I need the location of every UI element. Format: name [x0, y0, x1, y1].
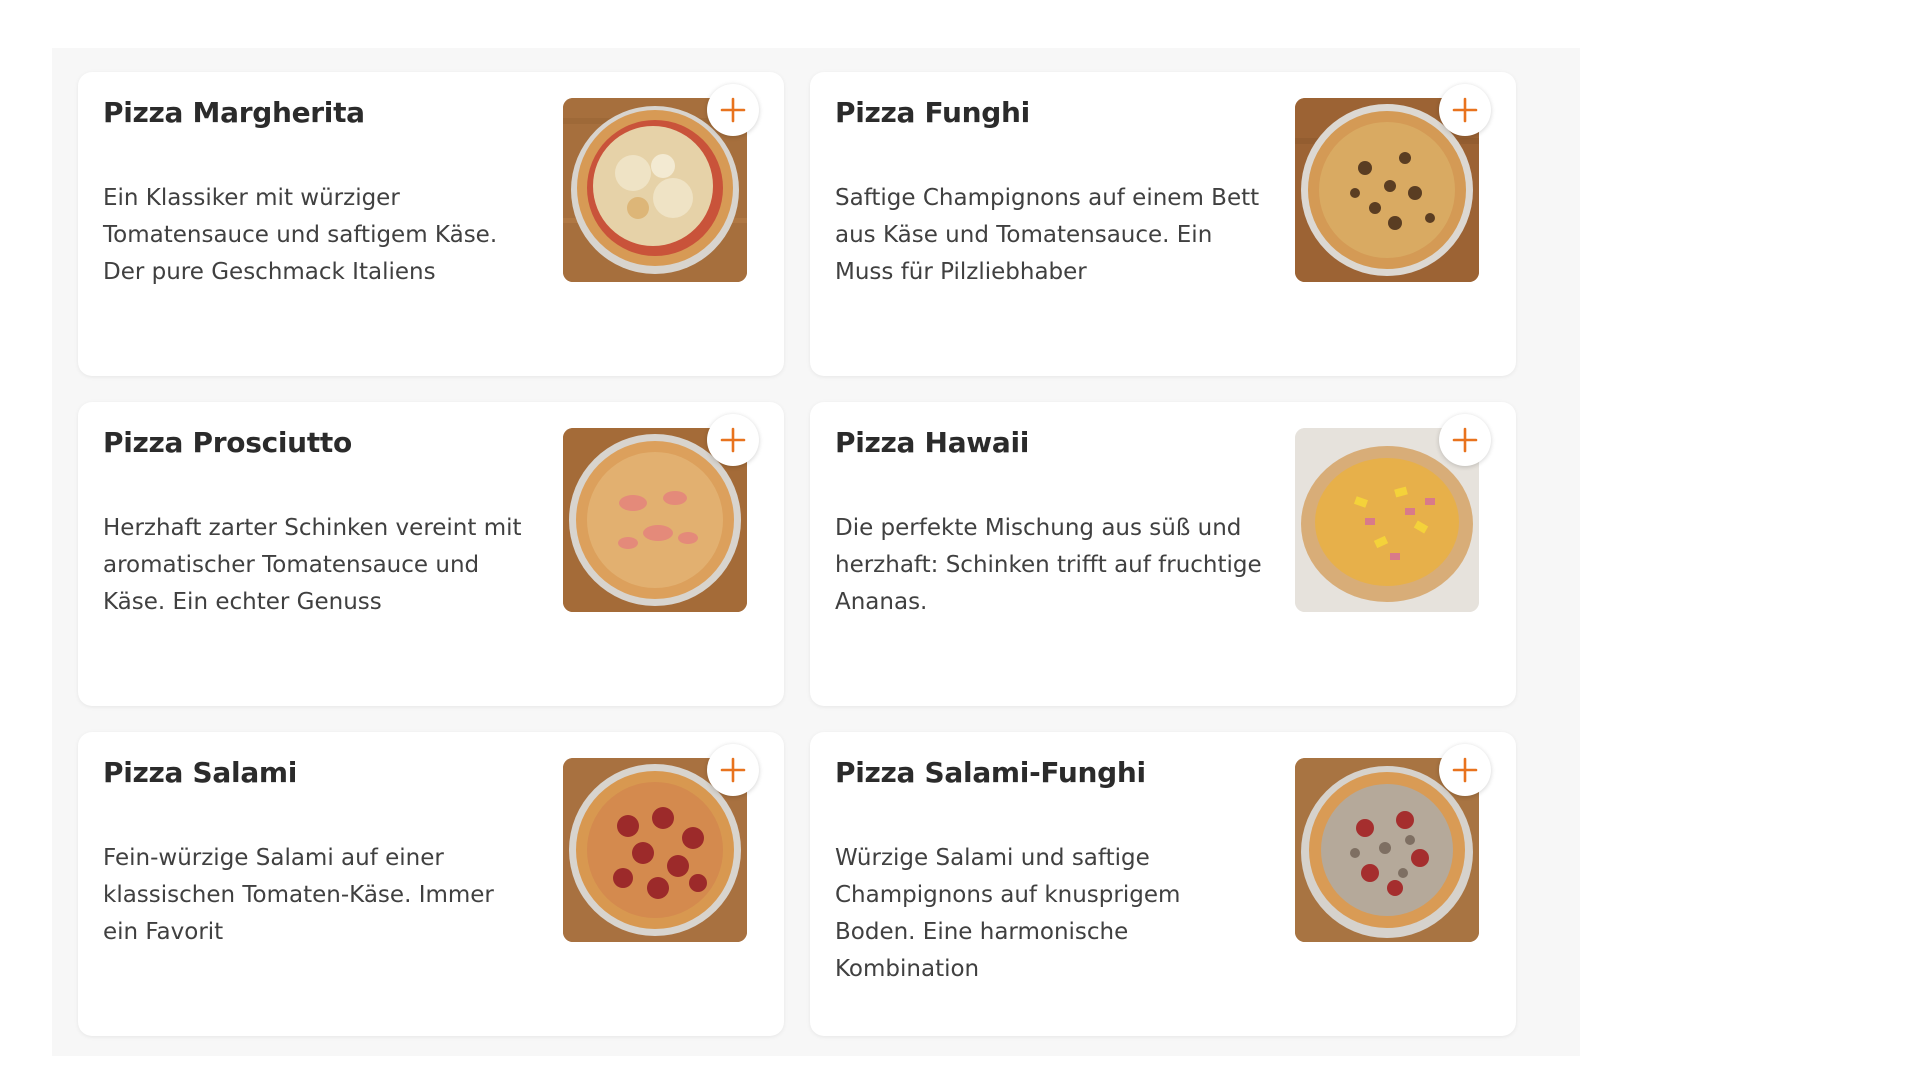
- pizza-title: Pizza Salami-Funghi: [835, 756, 1146, 789]
- add-to-cart-button[interactable]: [1439, 414, 1491, 466]
- pizza-description: Die perfekte Mischung aus süß und herzha…: [835, 515, 1262, 615]
- pizza-card-funghi[interactable]: Pizza Funghi Saftige Champignons auf ein…: [810, 72, 1516, 376]
- pizza-title: Pizza Hawaii: [835, 426, 1030, 459]
- plus-icon: [1452, 97, 1478, 123]
- pizza-description: Herzhaft zarter Schinken vereint mit aro…: [103, 515, 522, 615]
- plus-icon: [1452, 427, 1478, 453]
- pizza-title: Pizza Prosciutto: [103, 426, 352, 459]
- pizza-description: Würzige Salami und saftige Champignons a…: [835, 845, 1181, 982]
- add-to-cart-button[interactable]: [707, 414, 759, 466]
- plus-icon: [720, 427, 746, 453]
- pizza-description: Saftige Champignons auf einem Bett aus K…: [835, 185, 1260, 285]
- pizza-description: Ein Klassiker mit würziger Tomatensauce …: [103, 185, 498, 285]
- pizza-card-prosciutto[interactable]: Pizza Prosciutto Herzhaft zarter Schinke…: [78, 402, 784, 706]
- add-to-cart-button[interactable]: [1439, 744, 1491, 796]
- plus-icon: [720, 757, 746, 783]
- plus-icon: [1452, 757, 1478, 783]
- add-to-cart-button[interactable]: [707, 84, 759, 136]
- pizza-description: Fein-würzige Salami auf einer klassische…: [103, 845, 494, 945]
- pizza-title: Pizza Margherita: [103, 96, 365, 129]
- pizza-card-salami[interactable]: Pizza Salami Fein-würzige Salami auf ein…: [78, 732, 784, 1036]
- add-to-cart-button[interactable]: [1439, 84, 1491, 136]
- pizza-card-hawaii[interactable]: Pizza Hawaii Die perfekte Mischung aus s…: [810, 402, 1516, 706]
- pizza-title: Pizza Salami: [103, 756, 298, 789]
- pizza-card-margherita[interactable]: Pizza Margherita Ein Klassiker mit würzi…: [78, 72, 784, 376]
- plus-icon: [720, 97, 746, 123]
- pizza-menu-grid: Pizza Margherita Ein Klassiker mit würzi…: [78, 72, 1522, 1036]
- pizza-title: Pizza Funghi: [835, 96, 1030, 129]
- add-to-cart-button[interactable]: [707, 744, 759, 796]
- pizza-card-salami-funghi[interactable]: Pizza Salami-Funghi Würzige Salami und s…: [810, 732, 1516, 1036]
